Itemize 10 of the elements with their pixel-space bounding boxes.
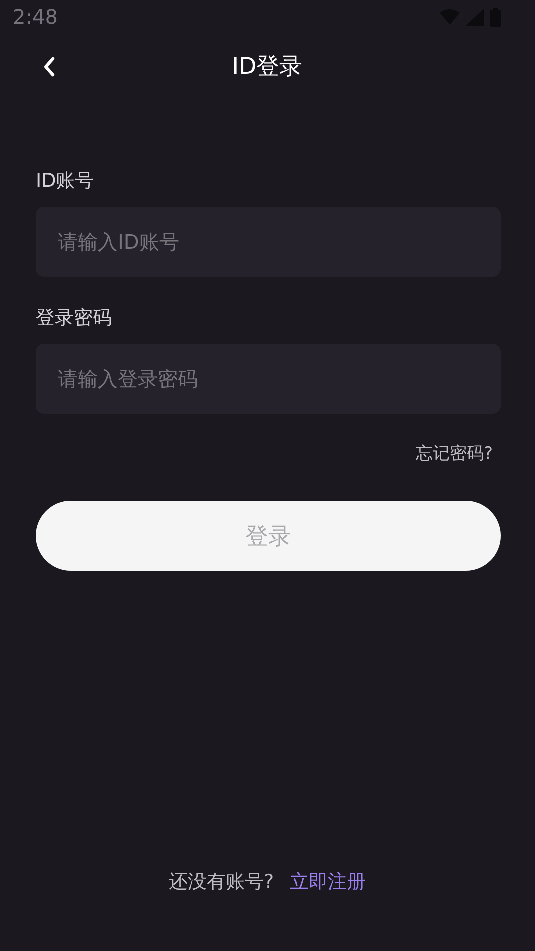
register-link[interactable]: 立即注册 [290,869,366,895]
input-field[interactable]: 请输入ID账号 [36,207,501,277]
field-label: 登录密码 [36,306,113,331]
page-title: ID登录 [232,52,303,82]
register-prompt: 还没有账号? [168,870,274,895]
back-icon [42,56,56,78]
forgot-password-link[interactable]: 忘记密码? [416,442,493,465]
input-field[interactable]: 请输入登录密码 [36,344,501,414]
status-time: 2:48 [13,5,58,29]
field-label: ID账号 [36,169,96,194]
